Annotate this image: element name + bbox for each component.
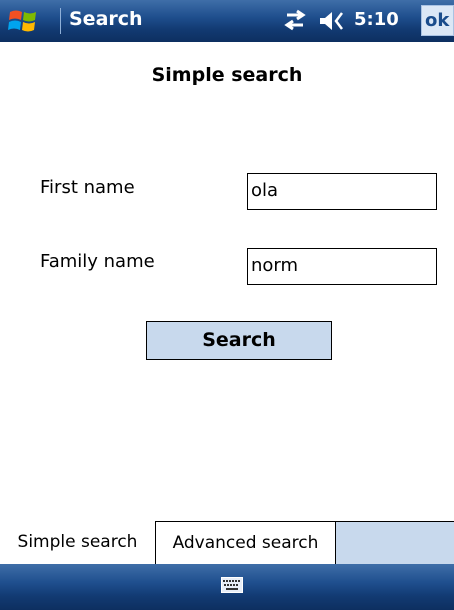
- ok-button[interactable]: ok: [421, 5, 454, 36]
- title-bar: Search 5:10 ok: [0, 0, 454, 42]
- search-button[interactable]: Search: [146, 321, 332, 360]
- bottom-bar: [0, 564, 454, 610]
- connectivity-icon[interactable]: [281, 9, 309, 33]
- family-name-label: Family name: [40, 251, 155, 272]
- tab-simple-search[interactable]: Simple search: [0, 521, 156, 564]
- clock-time[interactable]: 5:10: [354, 9, 399, 30]
- volume-icon[interactable]: [318, 10, 348, 32]
- page-title: Simple search: [151, 64, 303, 86]
- keyboard-icon[interactable]: [221, 577, 243, 593]
- family-name-field[interactable]: norm: [247, 248, 437, 285]
- first-name-label: First name: [40, 177, 135, 198]
- title-separator: [60, 8, 61, 34]
- tab-strip: Simple search Advanced search: [0, 521, 454, 564]
- windows-start-icon[interactable]: [6, 3, 42, 39]
- app-title: Search: [69, 8, 143, 30]
- tab-advanced-search[interactable]: Advanced search: [156, 521, 336, 564]
- first-name-field[interactable]: ola: [247, 173, 437, 210]
